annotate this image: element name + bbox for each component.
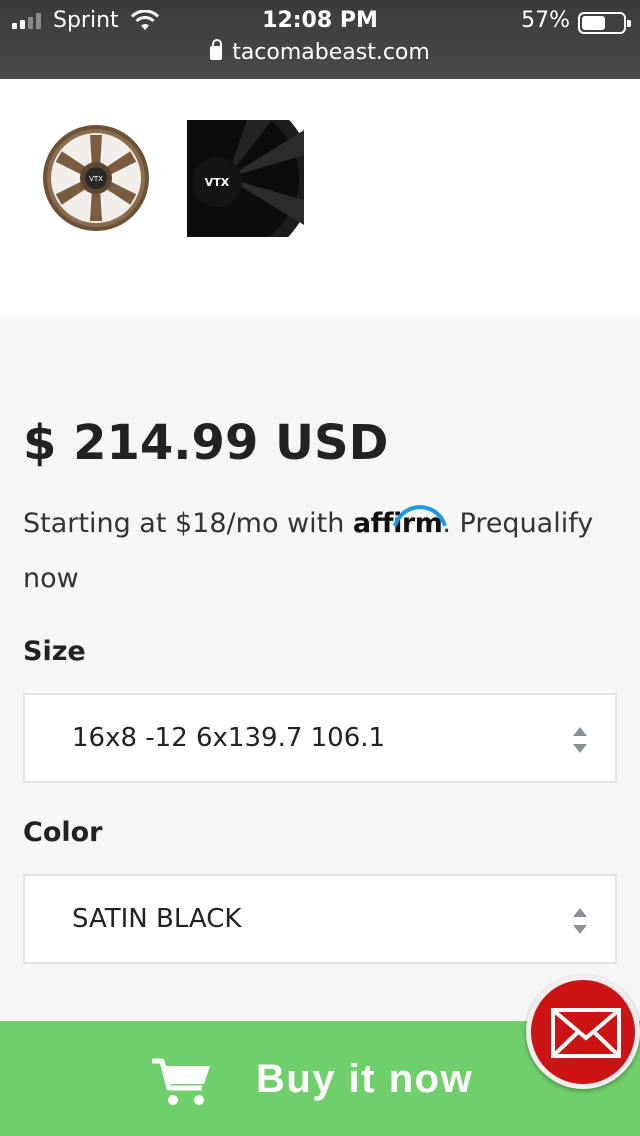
bronze-wheel-thumbnail[interactable]: VTX (38, 120, 155, 237)
updown-arrows-icon (573, 727, 587, 753)
updown-arrows-icon (573, 908, 587, 934)
size-select[interactable]: 16x8 -12 6x139.7 106.1 (23, 693, 617, 783)
size-label: Size (23, 636, 86, 667)
black-wheel-thumbnail[interactable]: VTX (187, 120, 304, 237)
affirm-prefix: Starting at $18/mo with (23, 508, 345, 539)
url-text: tacomabeast.com (232, 40, 430, 65)
color-select[interactable]: SATIN BLACK (23, 874, 617, 964)
product-thumbnails: VTX VTX (0, 79, 640, 317)
battery-icon (578, 12, 631, 34)
svg-text:VTX: VTX (89, 175, 103, 183)
lock-icon (210, 39, 223, 60)
affirm-logo: affirm (353, 505, 447, 539)
address-bar[interactable]: tacomabeast.com (0, 39, 640, 65)
status-bar: Sprint 12:08 PM 57% (0, 4, 640, 36)
affirm-financing-message: Starting at $18/mo with affirm. Prequali… (23, 496, 623, 606)
buy-it-now-label: Buy it now (256, 1057, 474, 1101)
battery-percent: 57% (521, 8, 570, 33)
color-selected-value: SATIN BLACK (72, 904, 242, 934)
affirm-arc-icon (392, 505, 447, 527)
size-selected-value: 16x8 -12 6x139.7 106.1 (72, 723, 386, 753)
cart-icon (152, 1058, 210, 1105)
mail-icon (551, 1008, 621, 1058)
email-contact-button[interactable] (526, 975, 640, 1089)
product-price: $ 214.99 USD (23, 415, 389, 471)
browser-top-bar: Sprint 12:08 PM 57% tacomabeast.com (0, 0, 640, 79)
color-label: Color (23, 817, 103, 848)
svg-text:VTX: VTX (205, 176, 230, 189)
